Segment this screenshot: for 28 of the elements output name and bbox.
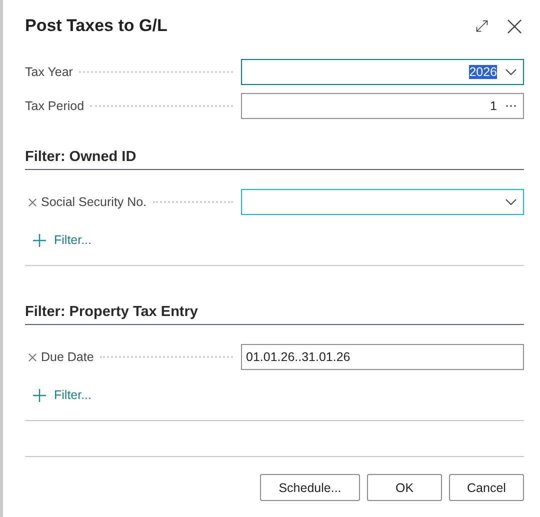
add-filter-link[interactable]: Filter... bbox=[54, 233, 92, 247]
input-field[interactable]: 01.01.26..31.01.26 bbox=[241, 344, 524, 370]
filter-label: Due Date bbox=[41, 350, 94, 364]
remove-filter-icon[interactable] bbox=[28, 198, 37, 206]
dialog-button[interactable]: Cancel bbox=[449, 474, 524, 501]
plus-icon[interactable] bbox=[33, 234, 46, 246]
ellipsis-icon[interactable] bbox=[505, 104, 517, 108]
dialog-button[interactable]: OK bbox=[367, 474, 442, 501]
field-value: 01.01.26..31.01.26 bbox=[246, 350, 350, 364]
field-value: 1 bbox=[490, 99, 497, 113]
plus-icon[interactable] bbox=[33, 388, 46, 402]
field-value: 2026 bbox=[469, 65, 497, 79]
add-filter-link[interactable]: Filter... bbox=[54, 388, 92, 402]
field-label: Tax Year bbox=[25, 65, 73, 79]
input-field[interactable] bbox=[241, 189, 524, 215]
input-field[interactable]: 2026 bbox=[241, 59, 524, 85]
section-title: Filter: Property Tax Entry bbox=[25, 266, 524, 325]
dialog-button[interactable]: Schedule... bbox=[260, 474, 360, 501]
section-title: Filter: Owned ID bbox=[25, 123, 524, 170]
chevron-down-icon[interactable] bbox=[505, 68, 517, 76]
field-label: Tax Period bbox=[25, 99, 84, 113]
close-icon[interactable] bbox=[507, 18, 522, 34]
filter-label: Social Security No. bbox=[41, 195, 147, 209]
expand-icon[interactable] bbox=[475, 19, 489, 33]
remove-filter-icon[interactable] bbox=[28, 352, 37, 362]
dialog-title: Post Taxes to G/L bbox=[25, 16, 168, 36]
chevron-down-icon[interactable] bbox=[505, 198, 517, 206]
input-field[interactable]: 1 bbox=[241, 93, 524, 119]
